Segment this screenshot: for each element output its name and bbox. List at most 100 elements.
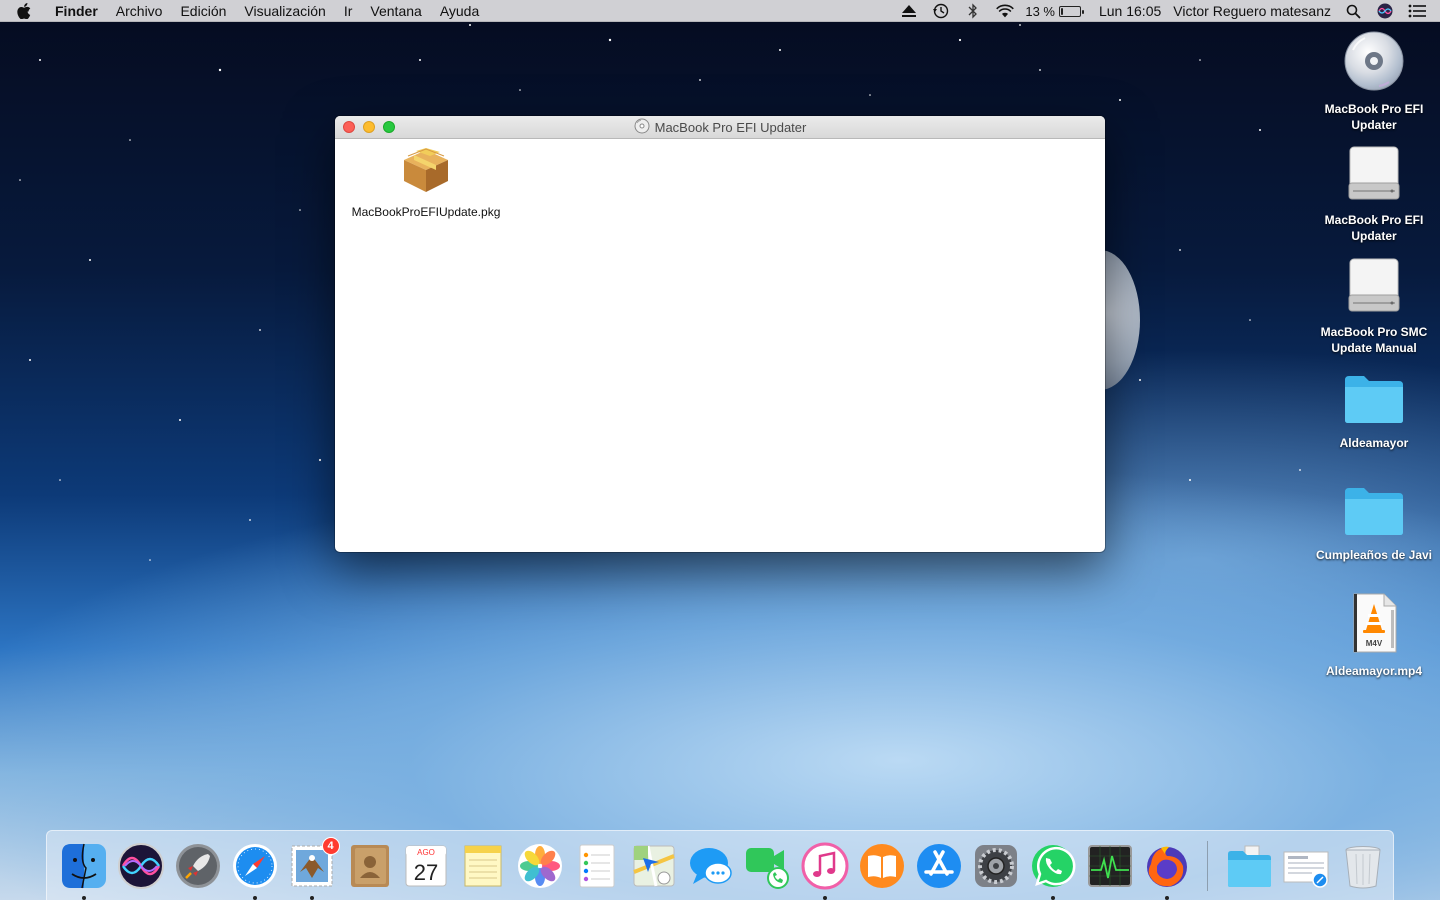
menu-ir[interactable]: Ir <box>335 3 362 19</box>
dock-app-store[interactable] <box>915 842 963 890</box>
close-button[interactable] <box>343 121 355 133</box>
mail-badge: 4 <box>321 836 340 855</box>
battery-fill <box>1060 7 1063 15</box>
maps-icon <box>632 845 675 886</box>
desktop-icon-label: MacBook Pro EFI Updater <box>1324 102 1424 132</box>
menu-edicion[interactable]: Edición <box>171 3 235 19</box>
running-indicator <box>822 895 827 900</box>
reminders-list-icon <box>579 844 614 887</box>
menu-ayuda[interactable]: Ayuda <box>431 3 488 19</box>
calendar-icon: AGO 27 <box>405 845 446 886</box>
running-indicator <box>81 895 86 900</box>
bluetooth-icon[interactable] <box>964 3 982 19</box>
ibooks-icon <box>859 843 904 888</box>
notification-center-icon[interactable] <box>1408 3 1426 19</box>
time-machine-icon[interactable] <box>932 3 950 19</box>
menu-app-name[interactable]: Finder <box>53 3 107 19</box>
dock-messages[interactable] <box>687 842 735 890</box>
dock-finder[interactable] <box>60 842 108 900</box>
calendar-month: AGO <box>417 848 435 857</box>
running-indicator <box>1164 895 1169 900</box>
photos-flower-icon <box>517 843 562 888</box>
desktop-icon-efi-cd[interactable]: MacBook Pro EFI Updater <box>1309 30 1439 133</box>
siri-icon[interactable] <box>1376 3 1394 19</box>
menu-bar: Finder Archivo Edición Visualización Ir … <box>0 0 1440 22</box>
package-icon[interactable] <box>400 146 452 199</box>
trash-icon <box>1344 845 1381 888</box>
desktop-icon-label: Aldeamayor.mp4 <box>1325 664 1423 678</box>
downloads-folder-icon <box>1227 845 1271 887</box>
desktop-icon-aldeamayor-video[interactable]: M4V Aldeamayor.mp4 <box>1309 592 1439 679</box>
dock-facetime[interactable] <box>744 842 792 890</box>
dock-reminders[interactable] <box>573 842 621 890</box>
dock-recent-document[interactable] <box>1282 842 1330 890</box>
desktop-icon-label: MacBook Pro EFI Updater <box>1324 213 1424 243</box>
finder-icon <box>61 843 106 888</box>
dock-system-preferences[interactable] <box>972 842 1020 890</box>
disk-image-icon <box>1345 257 1403 320</box>
dock-contacts[interactable] <box>345 842 393 890</box>
whatsapp-icon <box>1031 844 1075 887</box>
window-title: MacBook Pro EFI Updater <box>654 119 807 135</box>
calendar-day: 27 <box>413 860 437 885</box>
firefox-icon <box>1146 846 1187 887</box>
wifi-icon[interactable] <box>996 3 1015 19</box>
launchpad-rocket-icon <box>175 843 220 888</box>
dock: 4 AGO 27 <box>46 830 1394 900</box>
dock-whatsapp[interactable] <box>1029 842 1077 900</box>
dock-itunes[interactable] <box>801 842 849 900</box>
disc-icon <box>634 118 650 137</box>
menu-archivo[interactable]: Archivo <box>107 3 172 19</box>
safari-compass-icon <box>232 843 277 888</box>
dock-ibooks[interactable] <box>858 842 906 890</box>
file-item[interactable]: MacBookProEFIUpdate.pkg <box>345 146 507 219</box>
dock-mail[interactable]: 4 <box>288 836 340 900</box>
app-store-icon <box>916 843 961 888</box>
document-preview-icon <box>1283 851 1328 888</box>
messages-bubble-icon <box>689 847 732 884</box>
dock-photos[interactable] <box>516 842 564 890</box>
apple-menu-icon[interactable] <box>17 2 39 19</box>
running-indicator <box>252 895 257 900</box>
finder-window[interactable]: MacBook Pro EFI Updater MacBookProEFIUpd… <box>335 116 1105 552</box>
dock-safari[interactable] <box>231 842 279 900</box>
dock-downloads-stack[interactable] <box>1225 842 1273 890</box>
spotlight-search-icon[interactable] <box>1344 3 1362 19</box>
dock-firefox[interactable] <box>1143 842 1191 900</box>
menu-visualizacion[interactable]: Visualización <box>235 3 334 19</box>
desktop-icon-smc-manual[interactable]: MacBook Pro SMC Update Manual <box>1309 257 1439 356</box>
desktop-icon-cumpleanos-folder[interactable]: Cumpleaños de Javi <box>1309 484 1439 563</box>
dock-maps[interactable] <box>630 842 678 890</box>
desktop-icon-aldeamayor-folder[interactable]: Aldeamayor <box>1309 372 1439 451</box>
dock-calendar[interactable]: AGO 27 <box>402 842 450 890</box>
vlc-video-file-icon: M4V <box>1350 592 1398 659</box>
dock-notes[interactable] <box>459 842 507 890</box>
file-name: MacBookProEFIUpdate.pkg <box>351 205 501 219</box>
dock-launchpad[interactable] <box>174 842 222 890</box>
clock[interactable]: Lun 16:05 <box>1099 3 1161 19</box>
folder-icon <box>1342 484 1406 543</box>
video-file-type: M4V <box>1366 639 1383 648</box>
battery-percent[interactable]: 13 % <box>1025 4 1055 19</box>
minimize-button[interactable] <box>363 121 375 133</box>
window-titlebar[interactable]: MacBook Pro EFI Updater <box>335 116 1105 139</box>
menu-ventana[interactable]: Ventana <box>361 3 430 19</box>
notes-icon <box>464 845 501 886</box>
dock-activity-monitor[interactable] <box>1086 842 1134 890</box>
eject-icon[interactable] <box>900 3 918 19</box>
user-name[interactable]: Victor Reguero matesanz <box>1173 3 1331 19</box>
desktop-icon-label: MacBook Pro SMC Update Manual <box>1320 325 1428 355</box>
dock-siri[interactable] <box>117 842 165 890</box>
dock-trash[interactable] <box>1339 842 1387 890</box>
desktop-icon-efi-dmg[interactable]: MacBook Pro EFI Updater <box>1309 145 1439 244</box>
contacts-book-icon <box>350 844 389 887</box>
gear-icon <box>974 844 1017 887</box>
desktop-icon-label: Cumpleaños de Javi <box>1315 548 1433 562</box>
battery-icon[interactable] <box>1058 5 1084 17</box>
facetime-camera-icon <box>745 847 789 889</box>
running-indicator <box>1050 895 1055 900</box>
desktop-icon-label: Aldeamayor <box>1339 436 1409 450</box>
zoom-button[interactable] <box>383 121 395 133</box>
activity-monitor-icon <box>1087 844 1132 887</box>
disk-image-icon <box>1345 145 1403 208</box>
